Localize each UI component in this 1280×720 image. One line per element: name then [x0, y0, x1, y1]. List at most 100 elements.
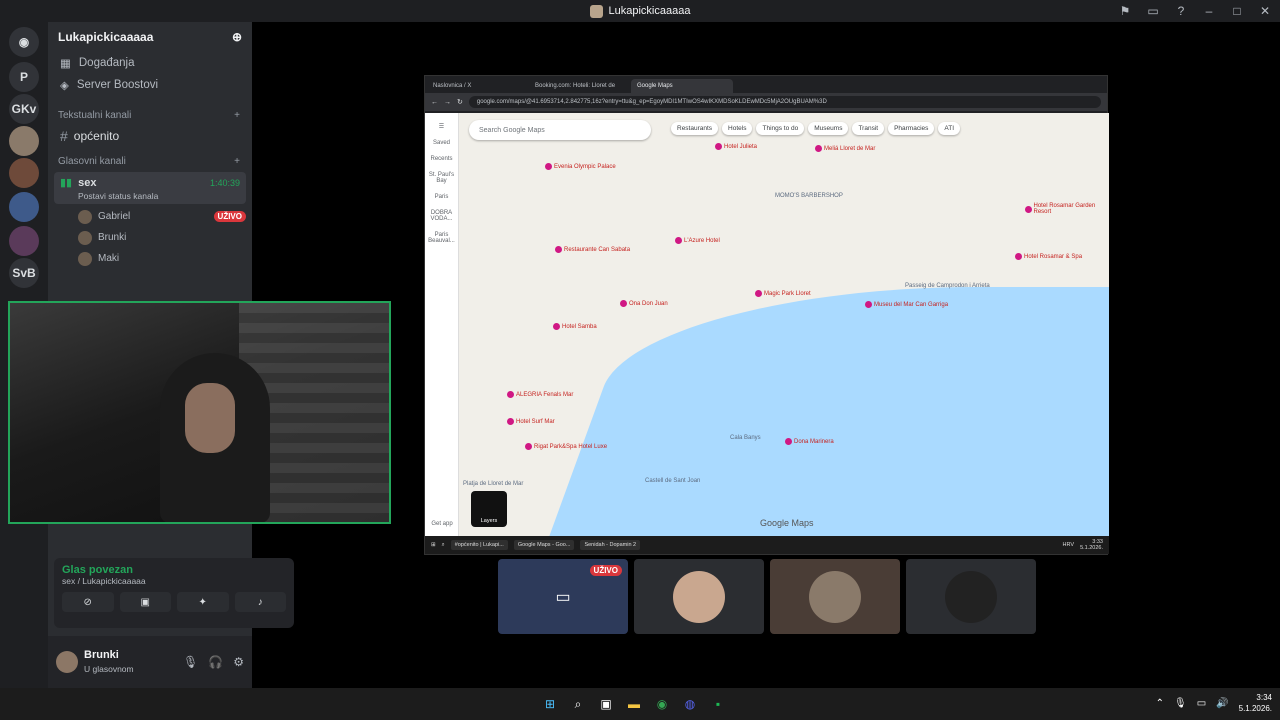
stream-tile[interactable]: UŽIVO ▭ — [498, 559, 628, 634]
map-poi[interactable]: Evenia Olympic Palace — [545, 163, 616, 170]
channel-status[interactable]: Postavi status kanala — [78, 191, 240, 201]
back-icon[interactable]: ← — [431, 99, 438, 106]
chip-atm[interactable]: ATI — [938, 122, 961, 135]
boosts-link[interactable]: ◈ Server Boostovi — [48, 74, 252, 96]
participant-tile[interactable] — [906, 559, 1036, 634]
map-poi[interactable]: Hotel Samba — [553, 323, 597, 330]
address-bar[interactable]: google.com/maps/@41.6953714,2.842775,16z… — [468, 96, 1101, 108]
start-icon[interactable]: ⊞ — [540, 694, 560, 714]
chrome-icon[interactable]: ◉ — [652, 694, 672, 714]
map-poi[interactable]: Hotel Rosamar Garden Resort — [1025, 203, 1109, 215]
display-icon[interactable]: ▭ — [1197, 698, 1206, 709]
reload-icon[interactable]: ↻ — [457, 98, 463, 106]
get-app-link[interactable]: Get app — [425, 521, 459, 527]
participant-tile[interactable] — [634, 559, 764, 634]
file-explorer-icon[interactable]: ▬ — [624, 694, 644, 714]
place-label: Paris — [434, 194, 449, 200]
task-view-icon[interactable]: ▣ — [596, 694, 616, 714]
participant-tile[interactable] — [770, 559, 900, 634]
voice-user[interactable]: Gabriel UŽIVO — [48, 206, 252, 227]
guild-label: P — [19, 70, 28, 84]
discord-icon[interactable]: ◍ — [680, 694, 700, 714]
guild-avatar[interactable] — [9, 192, 39, 222]
chip-restaurants[interactable]: Restaurants — [671, 122, 719, 135]
map-poi[interactable]: Hotel Surf Mar — [507, 418, 555, 425]
browser-tab[interactable]: Naslovnica / X — [427, 79, 529, 93]
spotify-icon[interactable]: ▪ — [708, 694, 728, 714]
gear-icon[interactable]: ⚙ — [233, 655, 244, 669]
chip-things-to-do[interactable]: Things to do — [756, 122, 805, 135]
chevron-up-icon[interactable]: ⌃ — [1156, 698, 1164, 709]
guild-avatar[interactable] — [9, 126, 39, 156]
camera-off-icon[interactable]: ⊘ — [62, 592, 114, 612]
chip-transit[interactable]: Transit — [852, 122, 885, 135]
events-link[interactable]: ▦ Događanja — [48, 52, 252, 74]
saved-link[interactable]: Saved — [425, 140, 458, 146]
maximize-button[interactable]: □ — [1228, 2, 1246, 20]
recent-place[interactable]: Paris Beauval... — [425, 232, 458, 244]
map-poi[interactable]: L'Azure Hotel — [675, 237, 720, 244]
headphones-icon[interactable]: 🎧 — [208, 655, 223, 669]
avatar[interactable] — [56, 651, 78, 673]
map-poi[interactable]: Ona Don Juan — [620, 300, 668, 307]
voice-user[interactable]: Brunki — [48, 227, 252, 248]
guild-p[interactable]: P — [9, 62, 39, 92]
map-poi[interactable]: Magic Park Lloret — [755, 290, 811, 297]
recents-link[interactable]: Recents — [425, 156, 458, 162]
voice-channel-sex[interactable]: ▮▮ sex 1:40:39 Postavi status kanala — [54, 172, 246, 204]
map-poi[interactable]: Meliá Lloret de Mar — [815, 145, 875, 152]
server-header[interactable]: Lukapickicaaaaa ⊕ — [48, 22, 252, 52]
guild-svb[interactable]: SvB — [9, 258, 39, 288]
search-icon[interactable]: ⌕ — [568, 694, 588, 714]
webcam-popout[interactable] — [8, 301, 391, 524]
minimize-button[interactable]: – — [1200, 2, 1218, 20]
voice-category[interactable]: Glasovni kanali + — [48, 152, 252, 170]
forward-icon[interactable]: → — [444, 99, 451, 106]
chip-pharmacies[interactable]: Pharmacies — [888, 122, 935, 135]
volume-icon[interactable]: 🔊 — [1216, 698, 1228, 709]
map-poi[interactable]: Restaurante Can Sabata — [555, 246, 630, 253]
recent-place[interactable]: St. Paul's Bay — [425, 172, 458, 184]
guild-avatar[interactable] — [9, 226, 39, 256]
recent-place[interactable]: Paris — [425, 194, 458, 200]
guild-label: SvB — [12, 266, 36, 280]
browser-tab[interactable]: Google Maps — [631, 79, 733, 93]
map-poi[interactable]: Hotel Rosamar & Spa — [1015, 253, 1082, 260]
chip-hotels[interactable]: Hotels — [722, 122, 753, 135]
screen-share-icon[interactable]: ▣ — [119, 592, 171, 612]
map-poi[interactable]: Dona Marinera — [785, 438, 834, 445]
add-channel-icon[interactable]: + — [234, 110, 240, 121]
help-icon[interactable]: ? — [1172, 2, 1190, 20]
recent-place[interactable]: DOBRA VODA... — [425, 210, 458, 222]
chip-museums[interactable]: Museums — [808, 122, 849, 135]
voice-user[interactable]: Maki — [48, 248, 252, 269]
microphone-icon[interactable]: 🎙 — [183, 655, 198, 669]
google-map[interactable]: ☰ Saved Recents St. Paul's Bay Paris DOB… — [425, 113, 1109, 537]
avatar — [78, 251, 92, 266]
map-poi[interactable]: Hotel Julieta — [715, 143, 757, 150]
map-poi[interactable]: Museu del Mar Can Garriga — [865, 301, 948, 308]
guild-avatar[interactable] — [9, 158, 39, 188]
add-channel-icon[interactable]: + — [234, 156, 240, 167]
activities-icon[interactable]: ✦ — [177, 592, 229, 612]
title-bar: Lukapickicaaaaa ⚑ ▭ ? – □ ✕ — [0, 0, 1280, 22]
add-member-icon[interactable]: ⊕ — [232, 30, 242, 44]
text-category[interactable]: Tekstualni kanali + — [48, 106, 252, 124]
map-search-input[interactable]: Search Google Maps — [469, 120, 651, 140]
close-button[interactable]: ✕ — [1256, 2, 1274, 20]
soundboard-icon[interactable]: ♪ — [234, 592, 286, 612]
screen-share-stream[interactable]: Naslovnica / X Booking.com: Hoteli: Llor… — [424, 75, 1109, 555]
microphone-icon[interactable]: 🎙 — [1174, 698, 1187, 709]
discord-home-icon[interactable]: ◉ — [9, 27, 39, 57]
screen-icon[interactable]: ▭ — [1144, 2, 1162, 20]
layers-button[interactable]: Layers — [471, 491, 507, 527]
menu-icon[interactable]: ☰ — [425, 123, 458, 130]
map-poi[interactable]: Rigat Park&Spa Hotel Luxe — [525, 443, 607, 450]
guild-gkv[interactable]: GKv — [9, 94, 39, 124]
browser-tab[interactable]: Booking.com: Hoteli: Lloret de — [529, 79, 631, 93]
clock[interactable]: 3:34 5.1.2026. — [1239, 692, 1272, 714]
google-logo: Google Maps — [760, 518, 814, 528]
channel-opcenito[interactable]: # općenito — [48, 124, 252, 148]
inbox-icon[interactable]: ⚑ — [1116, 2, 1134, 20]
map-poi[interactable]: ALEGRIA Fenals Mar — [507, 391, 573, 398]
